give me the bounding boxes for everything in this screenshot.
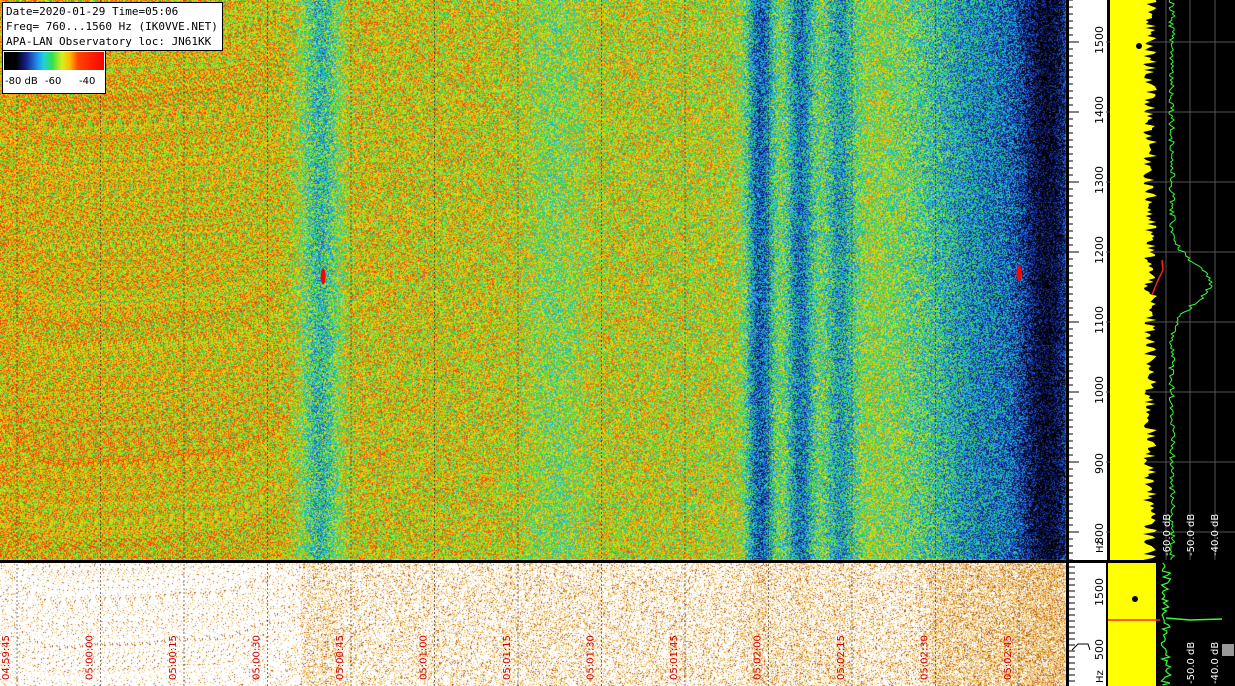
spectrum-marker [1136, 43, 1142, 49]
color-scale-bar [4, 52, 104, 70]
freq-tick-label: 1200 [1093, 236, 1106, 264]
lower-scale-label: -40.0 dB [1210, 642, 1221, 684]
time-tick-label: 04:59:45 [1, 635, 12, 680]
freq-tick-label: 1000 [1093, 376, 1106, 404]
meteor-echo-mark [320, 268, 326, 285]
panel-divider [0, 560, 1235, 563]
spectrum-scale-label: -50.0 dB [1186, 514, 1197, 556]
time-tick-label: 05:00:00 [85, 635, 96, 680]
date-time-label: Date=2020-01-29 Time=05:06 [6, 5, 179, 18]
legend-label-max: -40 [79, 76, 96, 87]
freq-unit-label: Hz [1095, 540, 1106, 553]
time-tick-label: 05:01:00 [419, 635, 430, 680]
lower-noise-fill [1108, 563, 1156, 686]
time-tick-label: 05:02:15 [836, 635, 847, 680]
frequency-label: Freq= 760...1560 Hz (IK0VVE.NET) [6, 20, 218, 33]
meteor-echo-mark [1016, 265, 1022, 281]
time-tick-label: 05:01:30 [586, 635, 597, 680]
axis-divider [1066, 0, 1069, 686]
freq-tick-label: 1300 [1093, 166, 1106, 194]
time-tick-label: 05:02:30 [920, 635, 931, 680]
freq-tick-label: 1500 [1093, 26, 1106, 54]
time-tick-label: 05:02:00 [753, 635, 764, 680]
spectrum-scale-label: -60.0 dB [1162, 514, 1173, 556]
chart-overlay: 800900100011001200130014001500Hz -60.0 dB… [0, 0, 1235, 686]
freq-axis-background [1069, 0, 1106, 560]
legend-label-min: -80 dB [5, 76, 38, 87]
lower-freq-tick-label: 500 [1093, 639, 1106, 660]
freq-tick-label: 1400 [1093, 96, 1106, 124]
color-legend: -80 dB -60 -40 [2, 50, 106, 94]
time-tick-label: 05:00:45 [335, 635, 346, 680]
freq-tick-label: 1100 [1093, 306, 1106, 334]
info-box: Date=2020-01-29 Time=05:06 Freq= 760...1… [2, 2, 223, 51]
lower-scroll-box [1222, 644, 1234, 656]
legend-label-mid: -60 [45, 76, 62, 87]
lower-marker [1132, 596, 1138, 602]
time-tick-label: 05:00:15 [168, 635, 179, 680]
lower-freq-tick-label: 1500 [1093, 578, 1106, 606]
lower-freq-unit-label: Hz [1095, 670, 1106, 683]
time-tick-label: 05:01:15 [502, 635, 513, 680]
lower-scale-label: -50.0 dB [1186, 642, 1197, 684]
freq-tick-label: 900 [1093, 453, 1106, 474]
time-tick-label: 05:02:45 [1003, 635, 1014, 680]
time-tick-label: 05:00:30 [252, 635, 263, 680]
time-tick-label: 05:01:45 [669, 635, 680, 680]
observatory-label: APA-LAN Observatory loc: JN61KK [6, 35, 212, 48]
spectrum-scale-label: -40.0 dB [1210, 514, 1221, 556]
